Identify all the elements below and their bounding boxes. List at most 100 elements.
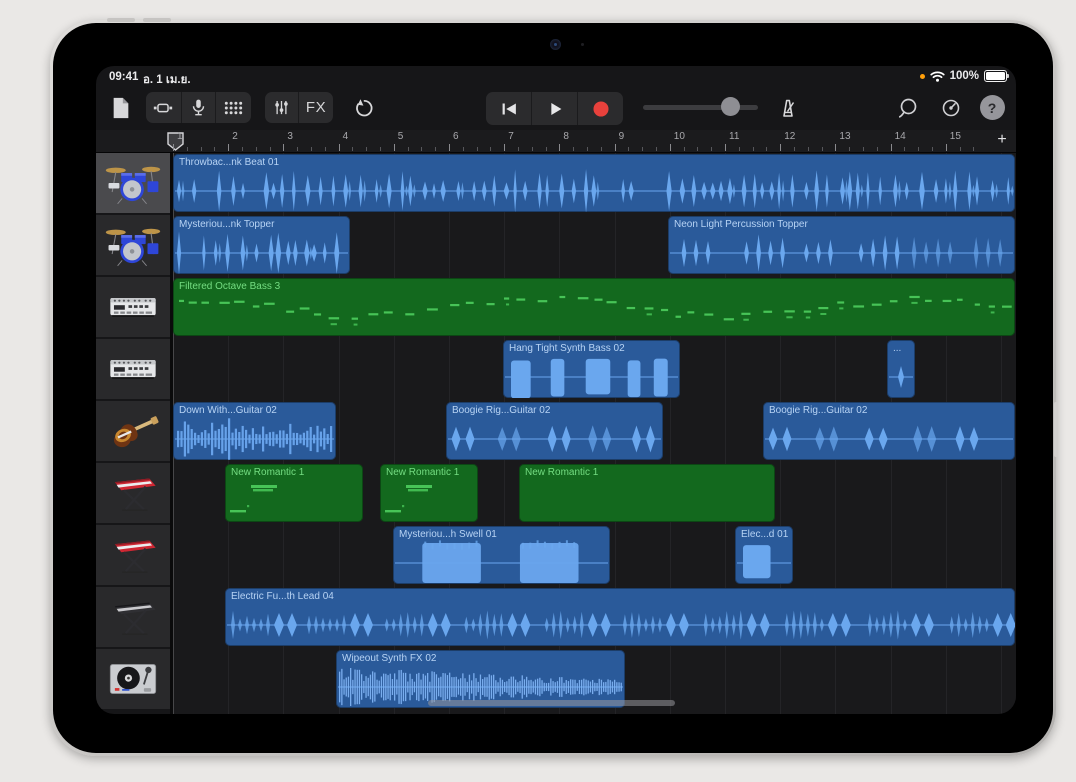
battery-percent: 100% [950,70,979,82]
ruler-measure-2: 2 [232,131,238,142]
ipad-device: 09:41 อ. 1 เม.ย. 100% [50,20,1056,756]
add-measures-button[interactable]: + [993,131,1011,149]
region[interactable]: Boogie Rig...Guitar 02 [763,402,1015,460]
view-toggle-group [146,92,251,123]
track-lane: Filtered Octave Bass 3 [173,277,1016,337]
region[interactable]: Boogie Rig...Guitar 02 [446,402,663,460]
track-header-column [96,153,170,711]
undo-icon [351,96,375,120]
loop-browser-icon [896,96,920,120]
song-browser-button[interactable] [106,92,136,123]
track-header-electric-guitar[interactable] [96,401,170,461]
track-lane: Electric Fu...th Lead 04 [173,587,1016,647]
region[interactable]: Elec...d 01 [735,526,793,584]
front-camera-icon [550,39,561,50]
region-label: Boogie Rig...Guitar 02 [769,405,1012,416]
track-header-turntable[interactable] [96,649,170,709]
page-background: 09:41 อ. 1 เม.ย. 100% [0,0,1076,782]
metronome-button[interactable] [771,92,805,123]
metronome-icon [776,96,800,120]
settings-dial-icon [939,96,963,120]
undo-button[interactable] [346,92,380,123]
ruler-measure-12: 12 [784,131,795,142]
grid-dots-icon [222,98,245,118]
status-time: 09:41 [109,71,138,83]
fx-label: FX [306,99,326,116]
horizontal-scrollbar[interactable] [428,700,675,706]
track-lane: Mysteriou...h Swell 01 Elec...d 01 [173,525,1016,585]
mixer-button[interactable] [265,92,298,123]
region-label: Wipeout Synth FX 02 [342,653,622,664]
region-label: Down With...Guitar 02 [179,405,333,416]
synth-module-icon [104,285,162,329]
loop-browser-button[interactable] [893,92,923,123]
record-icon [590,98,612,120]
synth-module-icon [104,347,162,391]
ruler-measure-8: 8 [563,131,569,142]
ruler-measure-6: 6 [453,131,459,142]
fx-button[interactable]: FX [299,92,333,123]
play-icon [544,98,566,120]
region-label: Throwbac...nk Beat 01 [179,157,1012,168]
recording-indicator-dot [920,74,925,79]
mixer-sliders-icon [271,97,292,118]
region-label: New Romantic 1 [525,467,772,478]
region[interactable]: ... [887,340,915,398]
track-header-red-keyboard[interactable] [96,463,170,523]
track-header-dark-keyboard[interactable] [96,587,170,647]
transport-controls [486,92,623,125]
turntable-icon [104,657,162,701]
timeline-ruler[interactable]: + 123456789101112131415 [96,130,1016,153]
status-bar: 09:41 อ. 1 เม.ย. 100% [96,66,1016,88]
red-keyboard-icon [104,533,162,577]
region[interactable]: Neon Light Percussion Topper [668,216,1015,274]
region[interactable]: New Romantic 1 [380,464,478,522]
region[interactable]: New Romantic 1 [225,464,363,522]
region-label: Mysteriou...nk Topper [179,219,347,230]
garageband-screen: 09:41 อ. 1 เม.ย. 100% [96,66,1016,714]
live-loops-grid-button[interactable] [216,92,251,123]
region-label: Elec...d 01 [741,529,790,540]
play-button[interactable] [532,92,577,125]
track-lane: Hang Tight Synth Bass 02... [173,339,1016,399]
tracks-view-button[interactable] [146,92,181,123]
track-lane: Down With...Guitar 02 Boogie Rig...Guitar… [173,401,1016,461]
volume-slider-knob[interactable] [721,97,740,116]
region-label: Mysteriou...h Swell 01 [399,529,607,540]
document-icon [110,95,132,121]
region[interactable]: Down With...Guitar 02 [173,402,336,460]
region[interactable]: Electric Fu...th Lead 04 [225,588,1015,646]
audio-recorder-button[interactable] [182,92,216,123]
volume-button-2 [143,18,171,22]
record-button[interactable] [578,92,623,125]
help-button[interactable]: ? [978,93,1006,122]
ruler-measure-14: 14 [895,131,906,142]
region[interactable]: Mysteriou...h Swell 01 [393,526,610,584]
ruler-measure-15: 15 [950,131,961,142]
region-label: Hang Tight Synth Bass 02 [509,343,677,354]
ruler-measure-9: 9 [619,131,625,142]
region[interactable]: New Romantic 1 [519,464,775,522]
volume-slider[interactable] [643,92,758,121]
track-lane: New Romantic 1 New Romantic 1 New Romantic… [173,463,1016,523]
region[interactable]: Filtered Octave Bass 3 [173,278,1015,336]
rewind-button[interactable] [486,92,531,125]
region[interactable]: Mysteriou...nk Topper [173,216,350,274]
region-label: Neon Light Percussion Topper [674,219,1012,230]
dark-keyboard-icon [104,595,162,639]
region-label: Electric Fu...th Lead 04 [231,591,1012,602]
region[interactable]: Hang Tight Synth Bass 02 [503,340,680,398]
sensor-dot [581,43,584,46]
track-header-synth-module[interactable] [96,277,170,337]
track-header-synth-module[interactable] [96,339,170,399]
track-lane: Throwbac...nk Beat 01 [173,153,1016,213]
track-header-drum-kit[interactable] [96,215,170,275]
track-header-red-keyboard[interactable] [96,525,170,585]
wifi-icon [930,71,945,82]
region[interactable]: Throwbac...nk Beat 01 [173,154,1015,212]
tracks-area: Throwbac...nk Beat 01 Mysteriou...nk Topp… [96,153,1016,714]
track-lane: Mysteriou...nk Topper Neon Light Percussi… [173,215,1016,275]
settings-button[interactable] [936,92,966,123]
track-header-drum-kit[interactable] [96,153,170,213]
electric-guitar-icon [104,409,162,453]
